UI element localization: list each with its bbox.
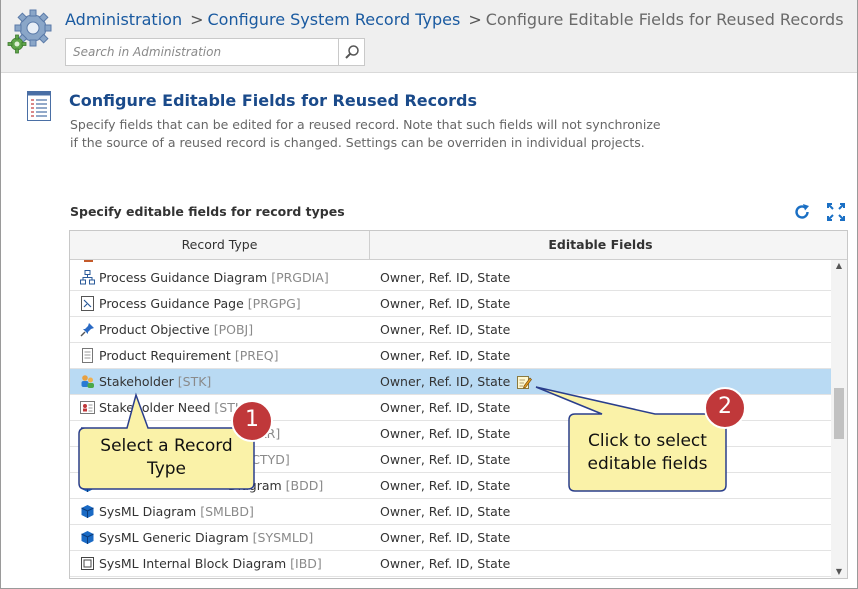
- expand-icon[interactable]: [826, 202, 846, 222]
- editable-fields-value: Owner, Ref. ID, State: [380, 400, 511, 415]
- editable-fields-value: Owner, Ref. ID, State: [380, 426, 511, 441]
- record-type-name: Product Objective [POBJ]: [99, 322, 254, 337]
- internal-block-diagram-icon: [81, 557, 94, 570]
- record-type-name: Product Requirement [PREQ]: [99, 348, 279, 363]
- column-header-record-type[interactable]: Record Type: [70, 231, 370, 259]
- editable-fields-value: Owner, Ref. ID, State: [380, 270, 511, 285]
- table-row-selected[interactable]: Stakeholder [STK] Owner, Ref. ID, State: [70, 369, 831, 395]
- table-row[interactable]: SysML Internal Block Diagram [IBD] Owner…: [70, 551, 831, 577]
- section-label: Specify editable fields for record types: [70, 204, 345, 219]
- record-type-name: Process Guidance Page [PRGPG]: [99, 296, 301, 311]
- grid-header: Record Type Editable Fields: [70, 231, 847, 260]
- editable-fields-value: Owner, Ref. ID, State: [380, 530, 511, 545]
- breadcrumb: Administration > Configure System Record T…: [65, 10, 844, 29]
- editable-fields-value: Owner, Ref. ID, State: [380, 504, 511, 519]
- editable-fields-value: Owner, Ref. ID, State: [380, 478, 511, 493]
- scrollbar-thumb[interactable]: [834, 388, 844, 439]
- record-type-name: SysML Diagram [SMLBD]: [99, 504, 254, 519]
- vertical-scrollbar[interactable]: ▲ ▼: [831, 260, 847, 578]
- table-row[interactable]: Product Objective [POBJ] Owner, Ref. ID,…: [70, 317, 831, 343]
- search-input[interactable]: [66, 39, 338, 65]
- editable-fields-value: Owner, Ref. ID, State: [380, 374, 511, 389]
- search-icon: [344, 45, 359, 59]
- page-title: Configure Editable Fields for Reused Rec…: [69, 91, 477, 110]
- record-type-name: Process Guidance Diagram [PRGDIA]: [99, 270, 329, 285]
- stakeholder-need-icon: [80, 401, 95, 414]
- gear-icon: [7, 9, 52, 54]
- breadcrumb-separator: >: [468, 10, 482, 29]
- callout-2-text: Click to select editable fields: [587, 431, 708, 474]
- callout-1-number: 1: [245, 407, 259, 432]
- header-bar: Administration > Configure System Record T…: [1, 0, 857, 73]
- partial-row-icon: [84, 260, 93, 262]
- list-page-icon: [27, 91, 51, 121]
- stakeholder-icon: [81, 375, 94, 388]
- editable-fields-value: Owner, Ref. ID, State: [380, 452, 511, 467]
- callout-1-text: Select a Record Type: [100, 436, 233, 479]
- search-box: [65, 38, 365, 66]
- search-button[interactable]: [338, 39, 364, 65]
- page-description: Specify fields that can be edited for a …: [70, 117, 661, 150]
- callout-2-number: 2: [718, 394, 732, 419]
- scroll-down-arrow-icon[interactable]: ▼: [831, 566, 847, 578]
- document-icon: [82, 348, 93, 363]
- breadcrumb-separator: >: [190, 10, 204, 29]
- editable-fields-value: Owner, Ref. ID, State: [380, 556, 511, 571]
- record-type-name: SysML Internal Block Diagram [IBD]: [99, 556, 322, 571]
- pin-icon: [80, 323, 94, 337]
- record-type-name: Stakeholder Need [STK: [99, 400, 244, 415]
- breadcrumb-configure-system-record-types[interactable]: Configure System Record Types: [207, 10, 460, 29]
- table-row[interactable]: Process Guidance Page [PRGPG] Owner, Ref…: [70, 291, 831, 317]
- sysml-generic-diagram-icon: [81, 531, 94, 544]
- grid-body: Process Guidance Diagram [PRGDIA] Owner,…: [70, 260, 831, 578]
- breadcrumb-current: Configure Editable Fields for Reused Rec…: [485, 10, 844, 29]
- editable-fields-value: Owner, Ref. ID, State: [380, 322, 511, 337]
- process-page-icon: [81, 296, 94, 311]
- editable-fields-value: Owner, Ref. ID, State: [380, 296, 511, 311]
- scroll-up-arrow-icon[interactable]: ▲: [831, 260, 847, 272]
- edit-icon[interactable]: [516, 374, 532, 390]
- refresh-icon[interactable]: [792, 202, 812, 222]
- table-row[interactable]: Process Guidance Diagram [PRGDIA] Owner,…: [70, 265, 831, 291]
- table-row[interactable]: SysML Generic Diagram [SYSMLD] Owner, Re…: [70, 525, 831, 551]
- record-type-name: SysML Generic Diagram [SYSMLD]: [99, 530, 314, 545]
- column-header-editable-fields[interactable]: Editable Fields: [370, 231, 831, 259]
- breadcrumb-administration[interactable]: Administration: [65, 10, 182, 29]
- table-row[interactable]: Product Requirement [PREQ] Owner, Ref. I…: [70, 343, 831, 369]
- process-diagram-icon: [80, 270, 95, 285]
- editable-fields-value: Owner, Ref. ID, State: [380, 348, 511, 363]
- table-row[interactable]: SysML Diagram [SMLBD] Owner, Ref. ID, St…: [70, 499, 831, 525]
- record-type-name: Stakeholder [STK]: [99, 374, 212, 389]
- sysml-diagram-icon: [81, 505, 94, 518]
